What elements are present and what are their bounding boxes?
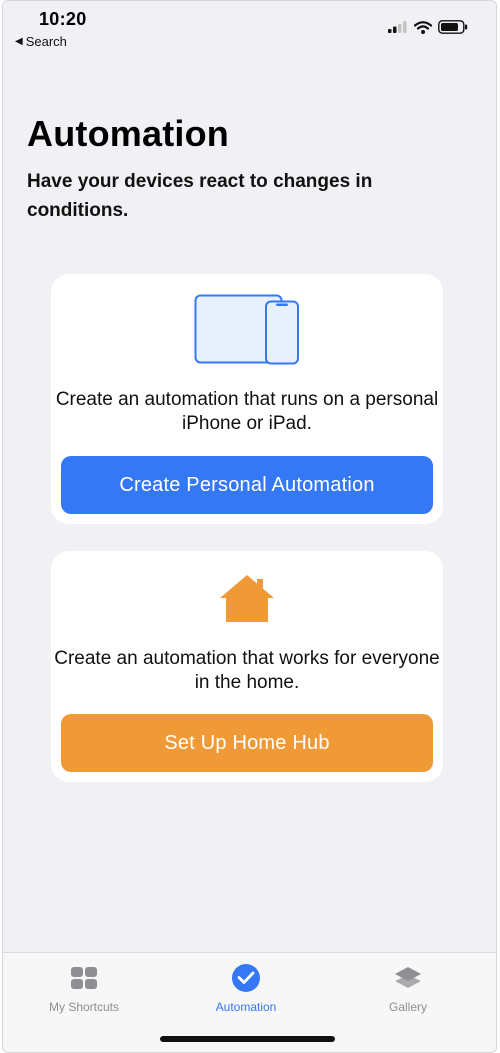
set-up-home-hub-button[interactable]: Set Up Home Hub [61,714,433,772]
ipad-iphone-icon [194,294,299,365]
checkmark-circle-icon [232,964,260,992]
tab-label: Automation [215,1000,277,1014]
layers-icon [395,967,421,988]
tab-gallery[interactable]: Gallery [343,963,473,1014]
status-icons [388,20,468,34]
tab-label: Gallery [388,1000,427,1014]
wifi-icon [414,20,432,34]
battery-icon [438,20,468,34]
home-indicator [160,1036,335,1042]
grid-icon [71,967,97,989]
personal-automation-card: Create an automation that runs on a pers… [51,274,443,524]
home-automation-description: Create an automation that works for ever… [54,648,440,693]
back-label: Search [25,34,67,49]
page-subtitle: Have your devices react to changes in co… [27,171,373,221]
back-arrow-icon: ◀ [15,36,23,47]
card-illustration [51,294,443,366]
create-personal-automation-button[interactable]: Create Personal Automation [61,456,433,514]
tab-my-shortcuts[interactable]: My Shortcuts [19,963,149,1014]
home-icon [220,575,274,622]
tab-automation[interactable]: Automation [181,963,311,1014]
back-to-search-link[interactable]: ◀ Search [15,34,67,49]
tab-label: My Shortcuts [48,1000,120,1014]
phone-screen: 10:20 ◀ Search Automation Have your devi… [2,0,497,1053]
card-illustration [51,573,443,623]
personal-automation-description: Create an automation that runs on a pers… [55,389,439,434]
page-title: Automation [27,113,229,154]
status-time: 10:20 [39,9,87,29]
signal-icon [388,21,407,33]
home-automation-card: Create an automation that works for ever… [51,551,443,782]
